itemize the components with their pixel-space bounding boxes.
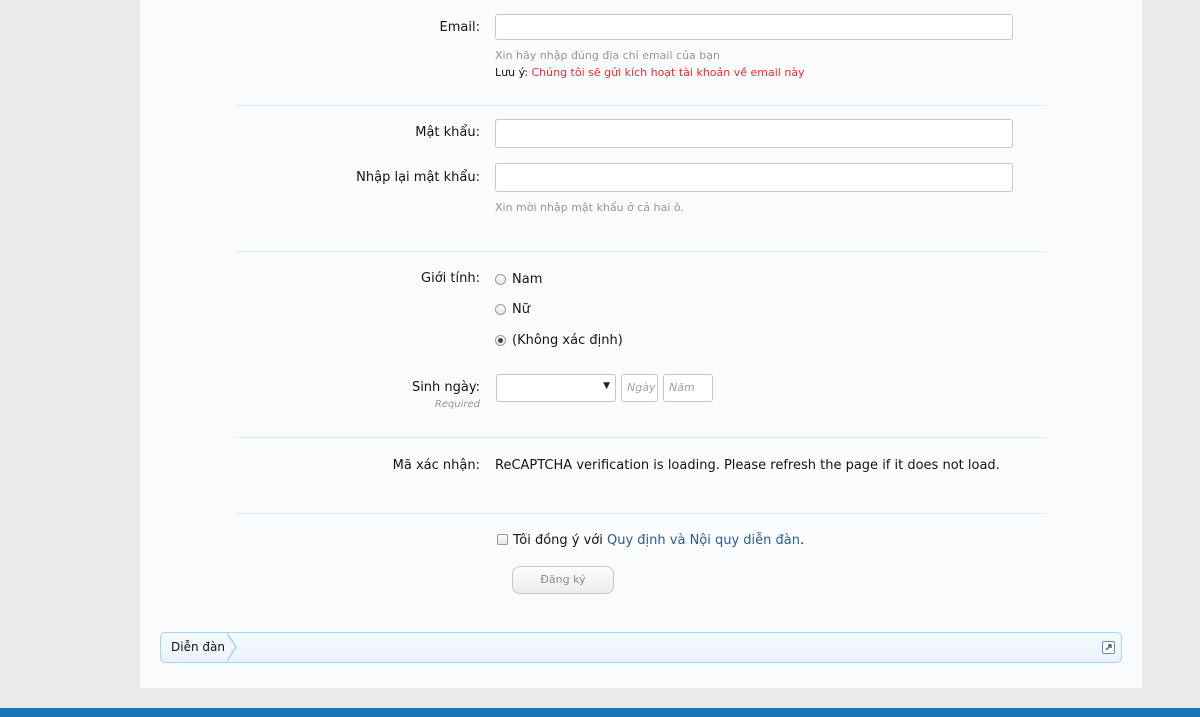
password-confirm-label: Nhập lại mật khẩu:: [356, 170, 480, 185]
agree-prefix: Tôi đồng ý với: [513, 533, 603, 548]
day-input[interactable]: Ngày: [621, 374, 658, 402]
rules-link[interactable]: Quy định và Nội quy diễn đàn: [607, 533, 800, 548]
breadcrumb: Diễn đàn: [160, 632, 1122, 663]
register-button[interactable]: Đăng ký: [512, 566, 614, 594]
divider: [236, 105, 1046, 106]
gender-option-label: (Không xác định): [512, 333, 623, 348]
divider: [236, 251, 1046, 252]
divider: [236, 437, 1046, 438]
captcha-label: Mã xác nhận:: [392, 458, 480, 473]
email-note: Lưu ý: Chúng tôi sẽ gửi kích hoạt tài kh…: [495, 66, 805, 79]
email-hint: Xin hãy nhập đúng địa chỉ email của bạn: [495, 49, 720, 62]
gender-option-nam[interactable]: Nam: [495, 272, 542, 287]
password-confirm-field[interactable]: [495, 163, 1013, 192]
radio-button-checked[interactable]: [495, 335, 506, 346]
footer-bar: [0, 708, 1200, 717]
agree-checkbox[interactable]: [497, 534, 508, 545]
agree-text: Tôi đồng ý với Quy định và Nội quy diễn …: [513, 533, 804, 548]
year-input[interactable]: Năm: [663, 374, 713, 402]
gender-option-nu[interactable]: Nữ: [495, 302, 530, 317]
gender-label: Giới tính:: [421, 271, 480, 286]
divider: [236, 513, 1046, 514]
registration-page: Email: Xin hãy nhập đúng địa chỉ email c…: [140, 0, 1142, 688]
password-field[interactable]: [495, 119, 1013, 148]
required-text: Required: [434, 399, 480, 410]
password-label: Mật khẩu:: [415, 125, 480, 140]
captcha-loading-text: ReCAPTCHA verification is loading. Pleas…: [495, 458, 1000, 473]
gender-option-unspecified[interactable]: (Không xác định): [495, 333, 623, 348]
email-field[interactable]: [495, 14, 1013, 40]
email-note-text: Chúng tôi sẽ gửi kích hoạt tài khoản về …: [531, 66, 805, 79]
jump-to-icon[interactable]: [1102, 641, 1115, 654]
birthday-label: Sinh ngày:: [411, 380, 480, 395]
email-label: Email:: [439, 20, 480, 35]
gender-option-label: Nam: [512, 272, 543, 287]
dropdown-arrow-icon: ▼: [603, 381, 610, 391]
month-select[interactable]: ▼: [496, 374, 616, 402]
radio-button[interactable]: [495, 304, 506, 315]
radio-button[interactable]: [495, 274, 506, 285]
password-hint: Xin mời nhập mật khẩu ở cả hai ô.: [495, 201, 684, 214]
agree-suffix: .: [800, 533, 805, 548]
gender-option-label: Nữ: [512, 302, 530, 317]
breadcrumb-separator: [226, 633, 235, 661]
email-note-label: Lưu ý:: [495, 66, 528, 79]
